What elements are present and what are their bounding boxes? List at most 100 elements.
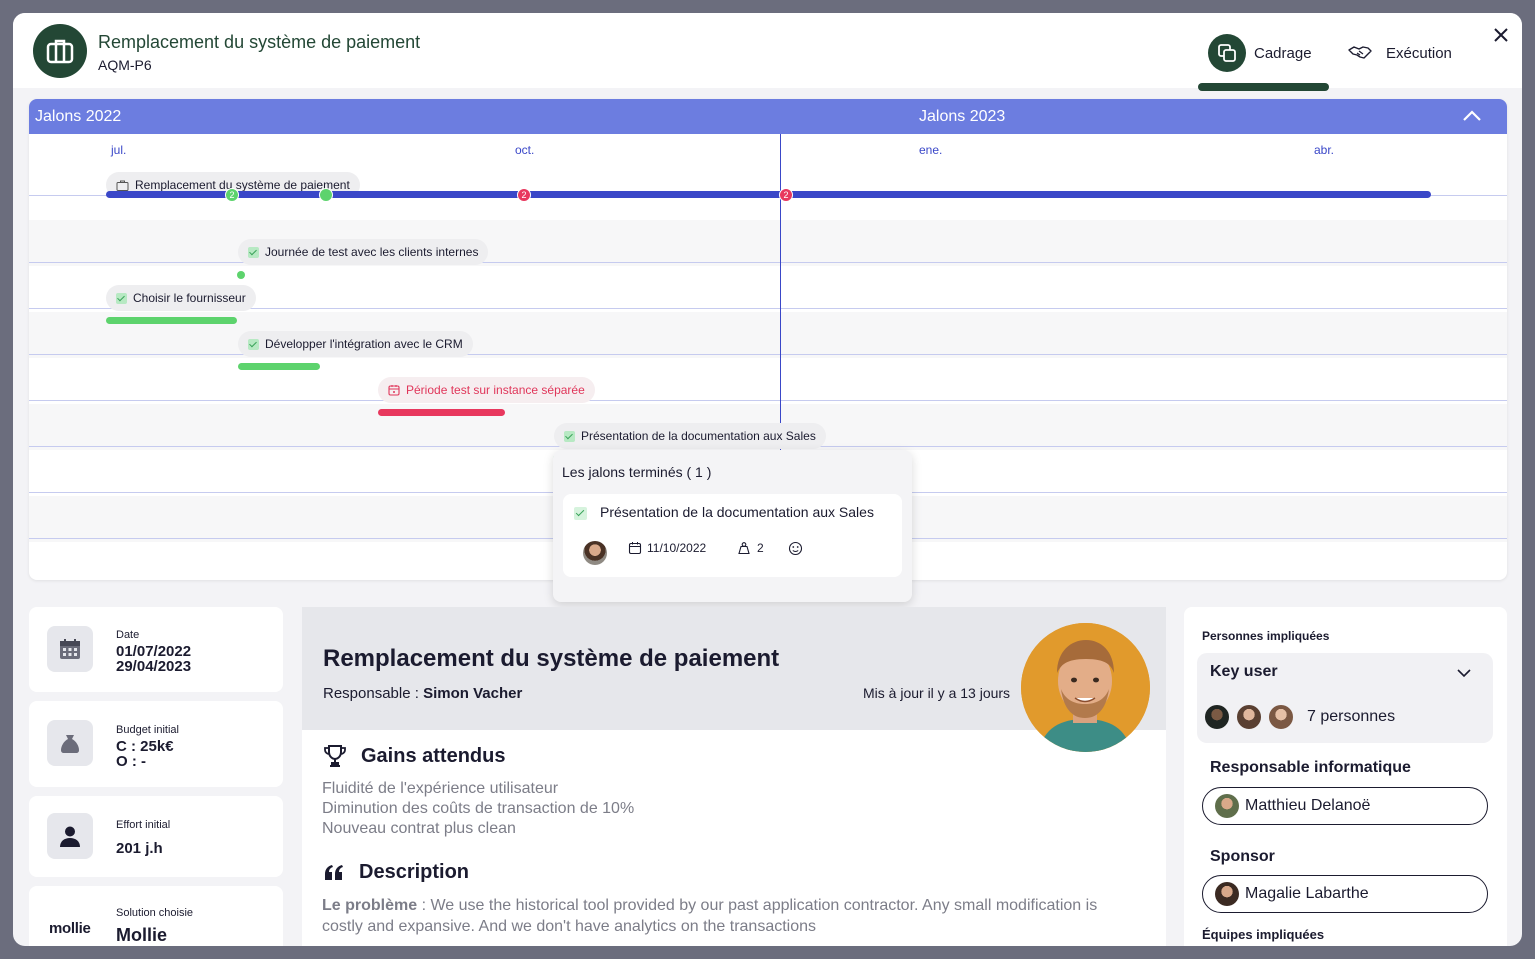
calendar-icon xyxy=(47,626,93,672)
milestone-date-value: 11/10/2022 xyxy=(647,541,707,555)
milestone-count-badge[interactable]: 2 xyxy=(779,188,793,202)
avatar xyxy=(1267,703,1295,731)
close-icon[interactable] xyxy=(1491,25,1511,45)
copy-icon xyxy=(1208,34,1246,72)
date-start: 01/07/2022 xyxy=(116,643,192,660)
briefcase-icon xyxy=(116,180,129,191)
milestone-dot[interactable] xyxy=(319,188,333,202)
project-details: Remplacement du système de paiement Resp… xyxy=(302,607,1166,946)
date-card: Date 01/07/2022 29/04/2023 xyxy=(29,607,283,692)
calendar-icon xyxy=(628,541,642,555)
solution-card: mollie Solution choisie Mollie xyxy=(29,886,283,946)
people-title: Personnes impliquées xyxy=(1202,629,1330,643)
milestone-chip[interactable]: Développer l'intégration avec le CRM xyxy=(238,331,473,357)
milestone-bar[interactable] xyxy=(378,409,505,416)
gain-item: Fluidité de l'expérience utilisateur xyxy=(322,780,559,797)
check-icon xyxy=(248,246,259,258)
check-icon xyxy=(116,292,127,304)
completed-milestones-popover: Les jalons terminés ( 1 ) Présentation d… xyxy=(553,450,912,602)
active-tab-indicator xyxy=(1198,83,1329,91)
year-2023-label: Jalons 2023 xyxy=(919,108,1006,125)
tab-cadrage[interactable]: Cadrage xyxy=(1208,33,1312,73)
row-divider xyxy=(29,400,1507,401)
avatar xyxy=(1215,882,1239,906)
milestone-bar[interactable] xyxy=(106,317,237,324)
date-label: Date xyxy=(116,629,140,641)
project-chip-label: Remplacement du système de paiement xyxy=(135,178,350,192)
completed-milestone-card[interactable]: Présentation de la documentation aux Sal… xyxy=(563,494,902,577)
key-user-group[interactable]: Key user 7 personnes xyxy=(1197,653,1493,743)
milestone-date: 11/10/2022 xyxy=(628,541,706,555)
milestone-dot[interactable] xyxy=(237,271,245,279)
popover-title: Les jalons terminés ( 1 ) xyxy=(562,464,712,480)
money-bag-icon xyxy=(47,720,93,766)
solution-label: Solution choisie xyxy=(116,907,194,919)
milestone-chip[interactable]: Choisir le fournisseur xyxy=(106,285,256,311)
budget-card: Budget initial C : 25k€ O : - xyxy=(29,701,283,787)
calendar-alert-icon xyxy=(388,384,400,396)
check-icon xyxy=(248,338,259,350)
key-user-count: 7 personnes xyxy=(1307,708,1396,725)
year-2022-label: Jalons 2022 xyxy=(35,108,122,125)
budget-label: Budget initial xyxy=(116,724,179,736)
avatar xyxy=(1215,794,1239,818)
check-icon xyxy=(574,507,587,520)
problem-text: : We use the historical tool provided by… xyxy=(322,897,1098,935)
milestone-chip[interactable]: Journée de test avec les clients interne… xyxy=(238,239,489,265)
milestone-count-badge[interactable]: 2 xyxy=(225,188,239,202)
milestone-bar[interactable] xyxy=(238,363,320,370)
date-end: 29/04/2023 xyxy=(116,658,192,675)
tab-execution-label: Exécution xyxy=(1386,44,1452,62)
milestone-name: Présentation de la documentation aux Sal… xyxy=(600,504,874,520)
briefcase-icon xyxy=(33,24,87,78)
milestone-chip[interactable]: Présentation de la documentation aux Sal… xyxy=(554,423,826,449)
quote-icon xyxy=(323,864,345,882)
tab-cadrage-label: Cadrage xyxy=(1254,44,1312,62)
description-text: Le problème : We use the historical tool… xyxy=(322,895,1122,937)
gains-section-title: Gains attendus xyxy=(323,744,505,768)
check-icon xyxy=(564,430,575,442)
avatar xyxy=(583,541,607,565)
people-panel: Personnes impliquées Key user 7 personne… xyxy=(1184,607,1507,946)
chevron-down-icon[interactable] xyxy=(1457,665,1471,683)
sponsor-label: Sponsor xyxy=(1210,848,1275,865)
weight-icon xyxy=(737,541,751,555)
mollie-logo: mollie xyxy=(49,920,91,937)
milestone-count-badge[interactable]: 2 xyxy=(517,188,531,202)
handshake-icon xyxy=(1348,45,1372,61)
sponsor-pill[interactable]: Magalie Labarthe xyxy=(1202,875,1488,913)
chevron-up-icon[interactable] xyxy=(1461,108,1483,124)
avatar xyxy=(1021,623,1150,752)
effort-card: Effort initial 201 j.h xyxy=(29,796,283,877)
gain-item: Nouveau contrat plus clean xyxy=(322,820,516,837)
budget-o: O : - xyxy=(116,753,146,770)
avatar xyxy=(1203,703,1231,731)
it-manager-pill[interactable]: Matthieu Delanoë xyxy=(1202,787,1488,825)
last-updated: Mis à jour il y a 13 jours xyxy=(863,685,1011,701)
milestone-label: Journée de test avec les clients interne… xyxy=(265,245,479,259)
modal-header: Remplacement du système de paiement AQM-… xyxy=(13,13,1522,91)
gain-item: Diminution des coûts de transaction de 1… xyxy=(322,800,635,817)
milestone-label: Présentation de la documentation aux Sal… xyxy=(581,429,816,443)
mood-icon xyxy=(788,541,803,556)
responsable: Responsable : Simon Vacher xyxy=(323,685,522,702)
sponsor-name: Magalie Labarthe xyxy=(1245,885,1369,902)
project-title: Remplacement du système de paiement xyxy=(98,32,421,52)
month-label: oct. xyxy=(515,143,535,157)
month-label: ene. xyxy=(919,143,943,157)
description-section-title: Description xyxy=(323,861,469,884)
gains-title: Gains attendus xyxy=(361,744,506,767)
tab-execution[interactable]: Exécution xyxy=(1348,33,1452,73)
budget-c: C : 25k€ xyxy=(116,738,174,755)
milestone-label: Période test sur instance séparée xyxy=(406,383,585,397)
milestone-label: Développer l'intégration avec le CRM xyxy=(265,337,463,351)
problem-label: Le problème xyxy=(322,897,418,914)
trophy-icon xyxy=(323,744,347,768)
today-marker xyxy=(780,134,781,450)
responsable-label: Responsable : xyxy=(323,685,424,702)
project-code: AQM-P6 xyxy=(98,57,152,73)
project-bar xyxy=(106,191,1431,198)
responsable-name: Simon Vacher xyxy=(423,685,523,702)
milestone-chip[interactable]: Période test sur instance séparée xyxy=(378,377,595,403)
effort-label: Effort initial xyxy=(116,819,171,831)
